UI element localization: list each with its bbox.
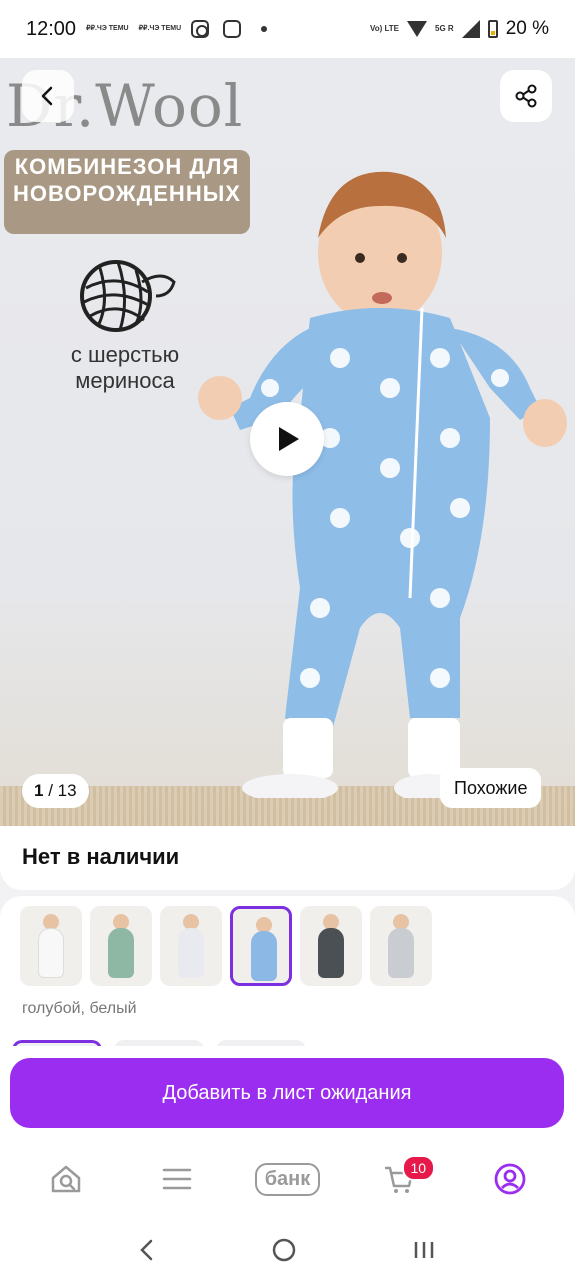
wifi-icon — [407, 21, 428, 37]
availability-card: Нет в наличии — [0, 826, 575, 890]
similar-button[interactable]: Похожие — [440, 768, 542, 808]
temu-notification-icon: ₽₽.ЧЭ TEMU — [86, 25, 129, 32]
tab-profile[interactable] — [465, 1149, 555, 1209]
wool-caption: с шерстью мериноса — [70, 342, 180, 393]
variant-thumb-green-print[interactable] — [90, 906, 152, 986]
tab-home[interactable] — [21, 1149, 111, 1209]
instagram-icon — [191, 20, 210, 38]
selected-color-name: голубой, белый — [22, 1000, 137, 1017]
share-icon — [515, 84, 537, 108]
nav-home-icon[interactable] — [271, 1237, 297, 1263]
image-index: 1 — [34, 781, 44, 800]
cart-count-badge: 10 — [401, 1155, 436, 1181]
phone-app-icon — [223, 20, 242, 38]
bottom-tab-bar: банк 10 — [0, 1138, 575, 1220]
status-time: 12:00 — [26, 17, 77, 40]
variant-thumb-blue-selected[interactable] — [230, 906, 292, 986]
system-nav-bar — [0, 1220, 575, 1280]
battery-percent: 20 % — [505, 18, 549, 39]
variant-thumb-white-print[interactable] — [160, 906, 222, 986]
temu-notification-icon: ₽₽.ЧЭ TEMU — [138, 25, 182, 32]
volte-label: Vo) LTE — [369, 24, 400, 33]
chevron-left-icon — [41, 86, 53, 106]
profile-icon — [494, 1163, 525, 1195]
product-image-carousel[interactable]: Dr.Wool КОМБИНЕЗОН ДЛЯ НОВОРОЖДЕННЫХ с ш… — [0, 58, 575, 826]
tab-catalog[interactable] — [132, 1149, 222, 1209]
product-photo — [198, 171, 567, 798]
variant-thumb-white[interactable] — [20, 906, 82, 986]
image-total: / 13 — [48, 781, 77, 800]
nav-recents-icon[interactable] — [412, 1238, 438, 1262]
nav-back-icon[interactable] — [137, 1238, 157, 1262]
yarn-ball-icon — [80, 260, 176, 332]
share-button[interactable] — [500, 70, 552, 122]
play-icon — [279, 427, 299, 451]
variant-thumb-dark-print[interactable] — [300, 906, 362, 986]
tab-cart[interactable]: 10 — [354, 1149, 444, 1209]
add-to-waitlist-button[interactable]: Добавить в лист ожидания — [10, 1058, 564, 1128]
signal-icon — [461, 20, 480, 38]
variant-thumbnails — [20, 906, 432, 986]
battery-icon — [487, 20, 498, 38]
bank-label: банк — [254, 1162, 321, 1196]
cta-container: Добавить в лист ожидания — [0, 1046, 575, 1138]
availability-status: Нет в наличии — [22, 844, 180, 869]
menu-icon — [162, 1168, 191, 1190]
home-search-icon — [51, 1165, 80, 1193]
variant-thumb-grey-print[interactable] — [370, 906, 432, 986]
network-5g-label: 5G R — [435, 24, 454, 33]
play-video-button[interactable] — [250, 402, 324, 476]
tab-bank[interactable]: банк — [243, 1149, 333, 1209]
image-counter: 1 / 13 — [22, 774, 89, 808]
status-bar: 12:00 ₽₽.ЧЭ TEMU ₽₽.ЧЭ TEMU Vo) LTE 5G R… — [0, 0, 575, 58]
more-notifications-icon — [261, 26, 268, 32]
back-button[interactable] — [22, 70, 74, 122]
variant-card: голубой, белый — [0, 896, 575, 1052]
